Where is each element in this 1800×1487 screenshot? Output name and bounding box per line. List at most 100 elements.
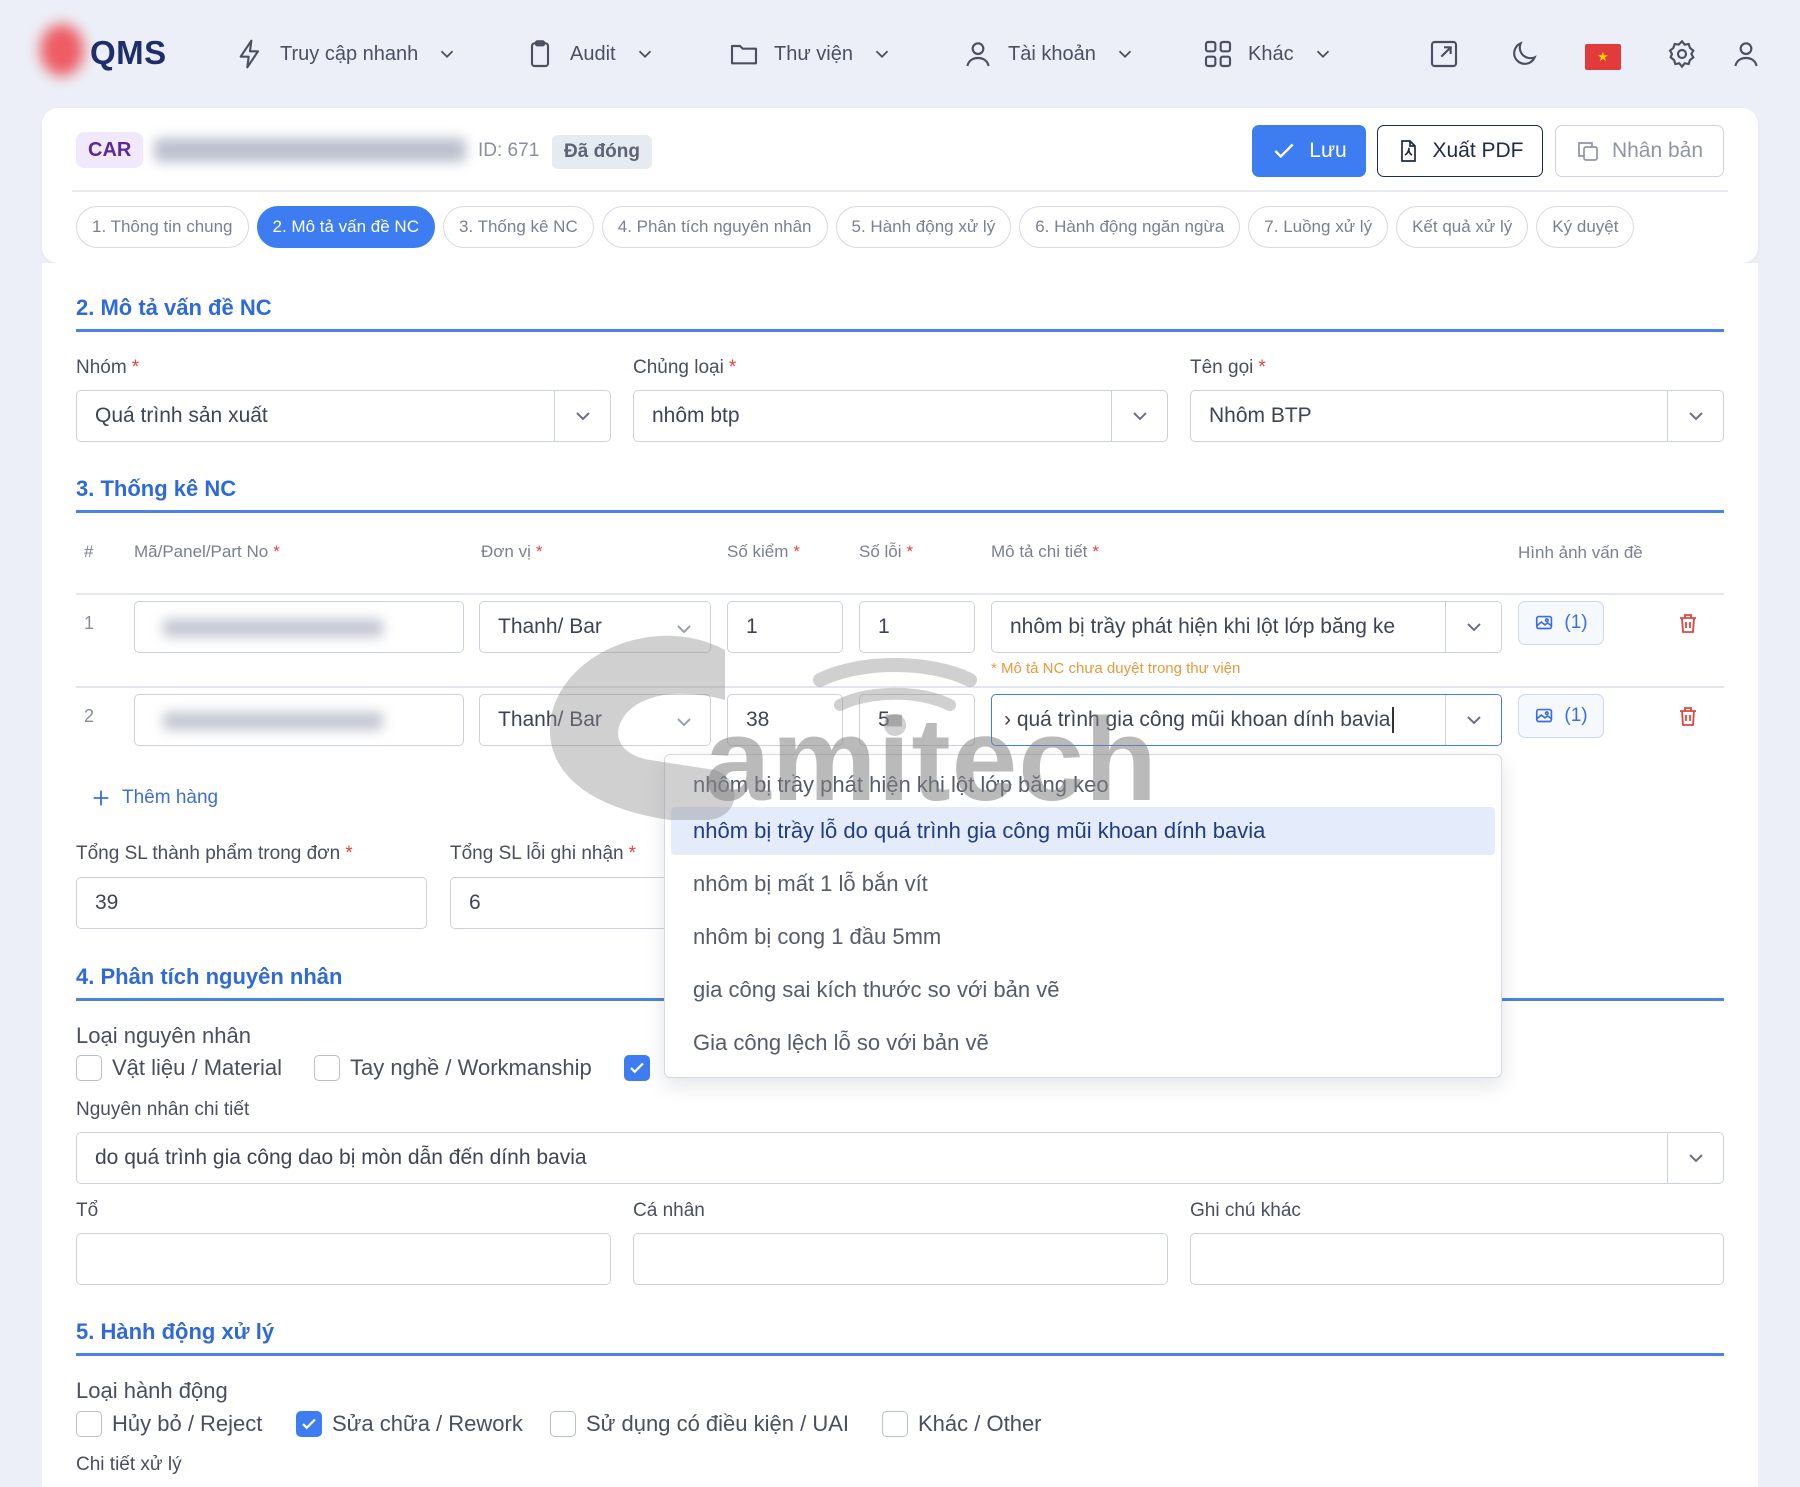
chevron-down-icon — [1466, 716, 1481, 725]
section-title: 2. Mô tả vấn đề NC — [76, 295, 272, 320]
col-unit: Đơn vị * — [481, 542, 543, 561]
action-other-checkbox[interactable]: Khác / Other — [882, 1411, 1042, 1437]
checkbox-checked[interactable] — [296, 1411, 322, 1437]
dropdown-option[interactable]: nhôm bị mất 1 lỗ bắn vít — [671, 860, 1495, 908]
app-logo[interactable]: QMS — [90, 34, 167, 72]
dropdown-toggle[interactable] — [1445, 602, 1501, 652]
export-pdf-button[interactable]: Xuất PDF — [1377, 125, 1543, 177]
defect-qty-input[interactable]: 1 — [859, 601, 975, 653]
action-rework-checkbox[interactable]: Sửa chữa / Rework — [296, 1411, 523, 1437]
duplicate-label: Nhân bản — [1611, 139, 1704, 162]
part-no-input[interactable] — [134, 601, 464, 653]
tab-approval[interactable]: Ký duyệt — [1536, 206, 1635, 248]
checked-qty-input[interactable]: 38 — [727, 694, 843, 746]
nav-label: Truy cập nhanh — [280, 42, 419, 65]
chevron-down-icon — [1118, 50, 1131, 59]
vietnam-flag-icon[interactable]: ★ — [1585, 44, 1621, 70]
tab-corrective-action[interactable]: 5. Hành động xử lý — [835, 206, 1012, 248]
dropdown-toggle[interactable] — [554, 391, 610, 441]
trash-icon[interactable] — [1676, 611, 1700, 635]
action-uai-checkbox[interactable]: Sử dụng có điều kiện / UAI — [550, 1411, 849, 1437]
trash-icon[interactable] — [1676, 704, 1700, 728]
dropdown-option[interactable]: Gia công lệch lỗ so với bản vẽ — [671, 1019, 1495, 1067]
image-attachment-button[interactable]: (1) — [1518, 694, 1604, 738]
action-reject-checkbox[interactable]: Hủy bỏ / Reject — [76, 1411, 262, 1437]
note-input[interactable] — [1190, 1233, 1724, 1285]
check-icon — [1274, 143, 1294, 159]
name-select[interactable]: Nhôm BTP — [1190, 390, 1724, 442]
col-part-no: Mã/Panel/Part No * — [134, 542, 280, 561]
checkbox[interactable] — [550, 1411, 576, 1437]
cause-detail-label: Nguyên nhân chi tiết — [76, 1099, 250, 1120]
checkbox[interactable] — [76, 1055, 102, 1081]
dropdown-toggle[interactable] — [1667, 1133, 1723, 1183]
checkbox-label: Tay nghề / Workmanship — [350, 1055, 592, 1080]
check-icon — [630, 1062, 644, 1074]
dropdown-option[interactable]: gia công sai kích thước so với bản vẽ — [671, 966, 1495, 1014]
duplicate-button[interactable]: Nhân bản — [1555, 125, 1724, 177]
row-index: 1 — [84, 613, 95, 633]
checkbox[interactable] — [882, 1411, 908, 1437]
redacted-part-no — [163, 712, 383, 730]
user-icon — [966, 42, 990, 67]
group-value: Quá trình sản xuất — [95, 404, 268, 427]
nav-other[interactable]: Khác — [1202, 36, 1334, 72]
tab-nc-statistics[interactable]: 3. Thống kê NC — [442, 206, 594, 248]
type-select[interactable]: nhôm btp — [633, 390, 1168, 442]
team-input[interactable] — [76, 1233, 611, 1285]
cause-detail-value: do quá trình gia công dao bị mòn dẫn đến… — [95, 1146, 587, 1169]
dropdown-toggle[interactable] — [1445, 695, 1501, 745]
person-input[interactable] — [633, 1233, 1168, 1285]
checkbox-checked[interactable] — [624, 1055, 650, 1081]
tab-general-info[interactable]: 1. Thông tin chung — [76, 206, 249, 248]
cause-method-checkbox[interactable] — [624, 1055, 660, 1081]
col-checked: Số kiểm * — [727, 542, 801, 561]
part-no-input[interactable] — [134, 694, 464, 746]
external-link-icon[interactable] — [1428, 38, 1460, 70]
nav-quick-access[interactable]: Truy cập nhanh — [234, 36, 458, 72]
dropdown-option[interactable]: nhôm bị trầy phát hiện khi lột lớp băng … — [671, 761, 1495, 809]
chevron-down-icon — [1688, 1154, 1703, 1163]
unit-select[interactable]: Thanh/ Bar — [479, 694, 711, 746]
cause-detail-select[interactable]: do quá trình gia công dao bị mòn dẫn đến… — [76, 1132, 1724, 1184]
nav-account[interactable]: Tài khoản — [962, 36, 1136, 72]
tab-preventive-action[interactable]: 6. Hành động ngăn ngừa — [1019, 206, 1241, 248]
nav-library[interactable]: Thư viện — [728, 36, 893, 72]
checkbox-label: Sử dụng có điều kiện / UAI — [586, 1411, 849, 1436]
cause-material-checkbox[interactable]: Vật liệu / Material — [76, 1055, 282, 1081]
defect-qty-input[interactable]: 5 — [859, 694, 975, 746]
checkbox[interactable] — [76, 1411, 102, 1437]
logo-mark — [40, 24, 84, 76]
add-row-button[interactable]: Thêm hàng — [90, 787, 218, 809]
nav-audit[interactable]: Audit — [524, 36, 656, 72]
col-description: Mô tả chi tiết * — [991, 542, 1099, 561]
row-index: 2 — [84, 706, 95, 726]
tab-nc-description[interactable]: 2. Mô tả vấn đề NC — [256, 206, 435, 248]
nav-label: Thư viện — [774, 42, 853, 65]
group-select[interactable]: Quá trình sản xuất — [76, 390, 611, 442]
dropdown-toggle[interactable] — [1667, 391, 1723, 441]
dropdown-option[interactable]: nhôm bị cong 1 đầu 5mm — [671, 913, 1495, 961]
chevron-down-icon — [1132, 412, 1147, 421]
tab-root-cause[interactable]: 4. Phân tích nguyên nhân — [601, 206, 828, 248]
total-products-input[interactable]: 39 — [76, 877, 427, 929]
cause-workmanship-checkbox[interactable]: Tay nghề / Workmanship — [314, 1055, 592, 1081]
moon-icon[interactable] — [1508, 38, 1540, 70]
user-profile-icon[interactable] — [1730, 38, 1762, 70]
checkbox[interactable] — [314, 1055, 340, 1081]
unit-value: Thanh/ Bar — [498, 615, 602, 638]
gear-icon[interactable] — [1666, 38, 1698, 70]
add-row-label: Thêm hàng — [122, 787, 219, 808]
save-button[interactable]: Lưu — [1252, 125, 1366, 177]
tab-workflow[interactable]: 7. Luồng xử lý — [1248, 206, 1389, 248]
total-products-label: Tổng SL thành phẩm trong đơn * — [76, 843, 353, 864]
dropdown-toggle[interactable] — [1111, 391, 1167, 441]
description-combobox-focused[interactable]: › quá trình gia công mũi khoan dính bavi… — [991, 694, 1502, 746]
chevron-down-icon — [638, 50, 651, 59]
dropdown-option-selected[interactable]: nhôm bị trầy lỗ do quá trình gia công mũ… — [671, 807, 1495, 855]
tab-result[interactable]: Kết quả xử lý — [1396, 206, 1529, 248]
image-attachment-button[interactable]: (1) — [1518, 601, 1604, 645]
unit-select[interactable]: Thanh/ Bar — [479, 601, 711, 653]
description-combobox[interactable]: nhôm bị trầy phát hiện khi lột lớp băng … — [991, 601, 1502, 653]
checked-qty-input[interactable]: 1 — [727, 601, 843, 653]
